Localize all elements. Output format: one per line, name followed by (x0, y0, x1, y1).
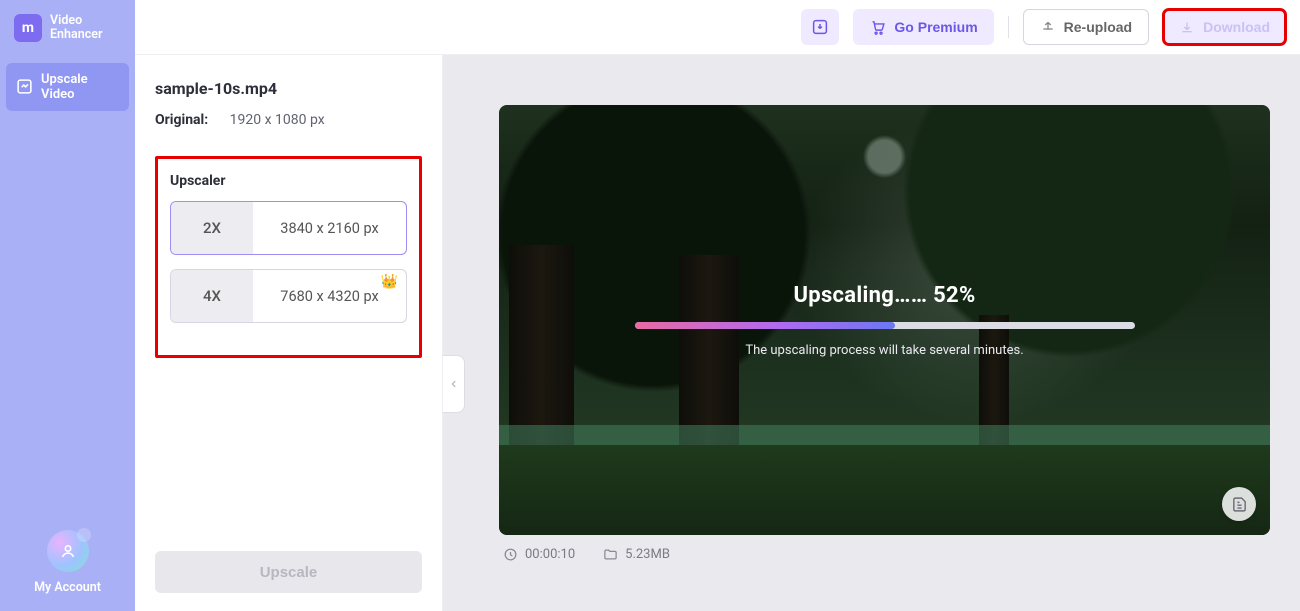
account-label: My Account (0, 580, 135, 595)
app-root: m Video Enhancer Upscale Video My Accoun… (0, 0, 1300, 611)
logo-icon: m (14, 14, 42, 42)
settings-panel: sample-10s.mp4 Original: 1920 x 1080 px … (135, 55, 443, 611)
app-name: Video Enhancer (50, 14, 102, 43)
app-name-line1: Video (50, 14, 102, 28)
upload-icon (1040, 19, 1056, 35)
progress-percent: 52% (933, 283, 975, 308)
main-column: Go Premium Re-upload Download sample-10s… (135, 0, 1300, 611)
folder-icon (603, 547, 618, 562)
progress-bar (635, 322, 1135, 329)
video-duration: 00:00:10 (503, 547, 575, 562)
feedback-button[interactable] (1222, 487, 1256, 521)
app-name-line2: Enhancer (50, 28, 102, 42)
upscale-icon (16, 78, 33, 95)
original-size-row: Original: 1920 x 1080 px (155, 112, 422, 128)
sidebar: m Video Enhancer Upscale Video My Accoun… (0, 0, 135, 611)
body: sample-10s.mp4 Original: 1920 x 1080 px … (135, 55, 1300, 611)
sidebar-nav: Upscale Video (0, 63, 135, 111)
panel-spacer (155, 358, 422, 551)
app-logo: m Video Enhancer (0, 14, 135, 63)
upscaler-option-mult: 2X (171, 202, 253, 254)
file-name: sample-10s.mp4 (155, 79, 422, 98)
download-label: Download (1203, 19, 1270, 35)
original-value: 1920 x 1080 px (230, 112, 325, 128)
sidebar-item-upscale-video[interactable]: Upscale Video (6, 63, 129, 111)
upscaler-option-mult: 4X (171, 270, 253, 322)
import-button[interactable] (801, 9, 839, 45)
sidebar-account[interactable]: My Account (0, 530, 135, 611)
cart-icon (869, 19, 886, 36)
upscaler-box: Upscaler 2X 3840 x 2160 px 4X 7680 x 432… (155, 156, 422, 358)
sidebar-spacer (0, 111, 135, 530)
note-icon (1231, 496, 1248, 513)
progress-title: Upscaling…… 52% (793, 283, 975, 308)
upscaler-option-4x[interactable]: 4X 7680 x 4320 px 👑 (170, 269, 407, 323)
reupload-button[interactable]: Re-upload (1023, 9, 1149, 45)
download-button[interactable]: Download (1163, 9, 1286, 45)
sidebar-item-label: Upscale Video (41, 72, 119, 102)
download-icon (1179, 19, 1195, 35)
reupload-label: Re-upload (1064, 19, 1132, 35)
preview-area: Upscaling…… 52% The upscaling process wi… (443, 55, 1300, 611)
upscaler-option-dim: 3840 x 2160 px (253, 202, 406, 254)
progress-label: Upscaling…… (793, 283, 927, 308)
progress-overlay: Upscaling…… 52% The upscaling process wi… (499, 105, 1270, 535)
avatar (47, 530, 89, 572)
import-icon (811, 18, 829, 36)
upscaler-heading: Upscaler (170, 173, 407, 189)
video-preview: Upscaling…… 52% The upscaling process wi… (499, 105, 1270, 535)
chevron-left-icon (449, 377, 459, 391)
video-filesize: 5.23MB (603, 547, 670, 562)
crown-icon: 👑 (381, 274, 398, 290)
upscale-button[interactable]: Upscale (155, 551, 422, 593)
upscaler-option-2x[interactable]: 2X 3840 x 2160 px (170, 201, 407, 255)
panel-collapse-handle[interactable] (443, 355, 465, 413)
clock-icon (503, 547, 518, 562)
progress-fill (635, 322, 895, 329)
user-icon (58, 541, 78, 561)
go-premium-button[interactable]: Go Premium (853, 9, 993, 45)
topbar: Go Premium Re-upload Download (135, 0, 1300, 55)
original-label: Original: (155, 112, 208, 128)
topbar-divider (1008, 16, 1009, 38)
video-duration-value: 00:00:10 (525, 547, 575, 562)
go-premium-label: Go Premium (894, 19, 977, 35)
progress-hint: The upscaling process will take several … (745, 343, 1023, 358)
video-meta: 00:00:10 5.23MB (499, 535, 1270, 562)
video-filesize-value: 5.23MB (625, 547, 670, 562)
